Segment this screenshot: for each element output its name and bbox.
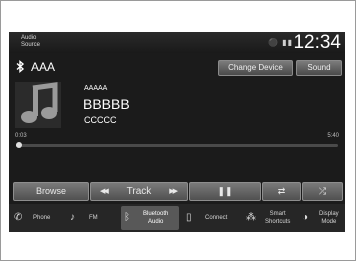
track-skip-button[interactable]: ◀◀ Track ▶▶: [90, 182, 188, 201]
audio-source-button[interactable]: Audio Source: [21, 35, 40, 49]
browse-button[interactable]: Browse: [13, 182, 89, 201]
track-label: Track: [126, 186, 152, 197]
album-name: CCCCC: [84, 115, 117, 125]
nav-smart-shortcuts-label: Smart Shortcuts: [265, 211, 291, 225]
bottom-nav-bar: ✆ Phone ♪ FM ᛒ Bluetooth Audio ▯ Connect…: [9, 204, 345, 232]
phone-icon: ✆: [14, 212, 23, 223]
screenshot-frame: Audio Source ⚫ ▮▮ 12:34 AAA Change Devic…: [0, 0, 356, 261]
song-title: BBBBB: [83, 96, 130, 112]
change-device-button[interactable]: Change Device: [218, 60, 293, 76]
progress-knob[interactable]: [16, 142, 23, 148]
device-name: AAA: [31, 60, 56, 74]
shuffle-button[interactable]: ⤮: [302, 182, 343, 201]
smartphone-icon: ▯: [186, 212, 192, 223]
nav-connect[interactable]: ▯ Connect: [183, 206, 239, 230]
progress-bar[interactable]: [16, 142, 338, 148]
nav-display-mode[interactable]: ◑ Display Mode: [299, 206, 343, 230]
album-art-music-note-icon: [15, 82, 61, 128]
artist-name: AAAAA: [84, 85, 108, 92]
nav-bluetooth-audio[interactable]: ᛒ Bluetooth Audio: [121, 206, 179, 230]
bluetooth-icon: ᛒ: [124, 212, 130, 223]
sound-button[interactable]: Sound: [296, 60, 342, 76]
pause-button[interactable]: ❚❚: [189, 182, 261, 201]
nav-smart-shortcuts[interactable]: ⁂ Smart Shortcuts: [243, 206, 295, 230]
nav-bluetooth-audio-label: Bluetooth Audio: [143, 211, 169, 225]
repeat-icon: ⇄: [277, 186, 286, 196]
repeat-button[interactable]: ⇄: [262, 182, 301, 201]
status-icons: ⚫ ▮▮: [268, 38, 293, 47]
skip-back-icon: ◀◀: [100, 188, 109, 195]
display-mode-icon: ◑: [302, 212, 309, 223]
status-bar: Audio Source ⚫ ▮▮ 12:34: [9, 32, 345, 53]
nav-fm[interactable]: ♪ FM: [67, 206, 117, 230]
nav-phone-label: Phone: [33, 215, 51, 221]
total-time: 5:40: [327, 133, 339, 139]
clock: 12:34: [293, 32, 341, 53]
pause-icon: ❚❚: [217, 186, 233, 196]
device-header: AAA Change Device Sound: [9, 57, 345, 77]
radio-icon: ♪: [70, 212, 75, 223]
nav-display-mode-label: Display Mode: [319, 211, 339, 225]
elapsed-time: 0:03: [15, 133, 27, 139]
nav-fm-label: FM: [89, 215, 98, 221]
nav-phone[interactable]: ✆ Phone: [11, 206, 63, 230]
bluetooth-icon: [16, 60, 25, 73]
shortcuts-icon: ⁂: [246, 212, 256, 223]
shuffle-icon: ⤮: [318, 186, 327, 196]
infotainment-screen: Audio Source ⚫ ▮▮ 12:34 AAA Change Devic…: [9, 32, 345, 232]
nav-connect-label: Connect: [205, 215, 228, 221]
skip-forward-icon: ▶▶: [169, 188, 178, 195]
